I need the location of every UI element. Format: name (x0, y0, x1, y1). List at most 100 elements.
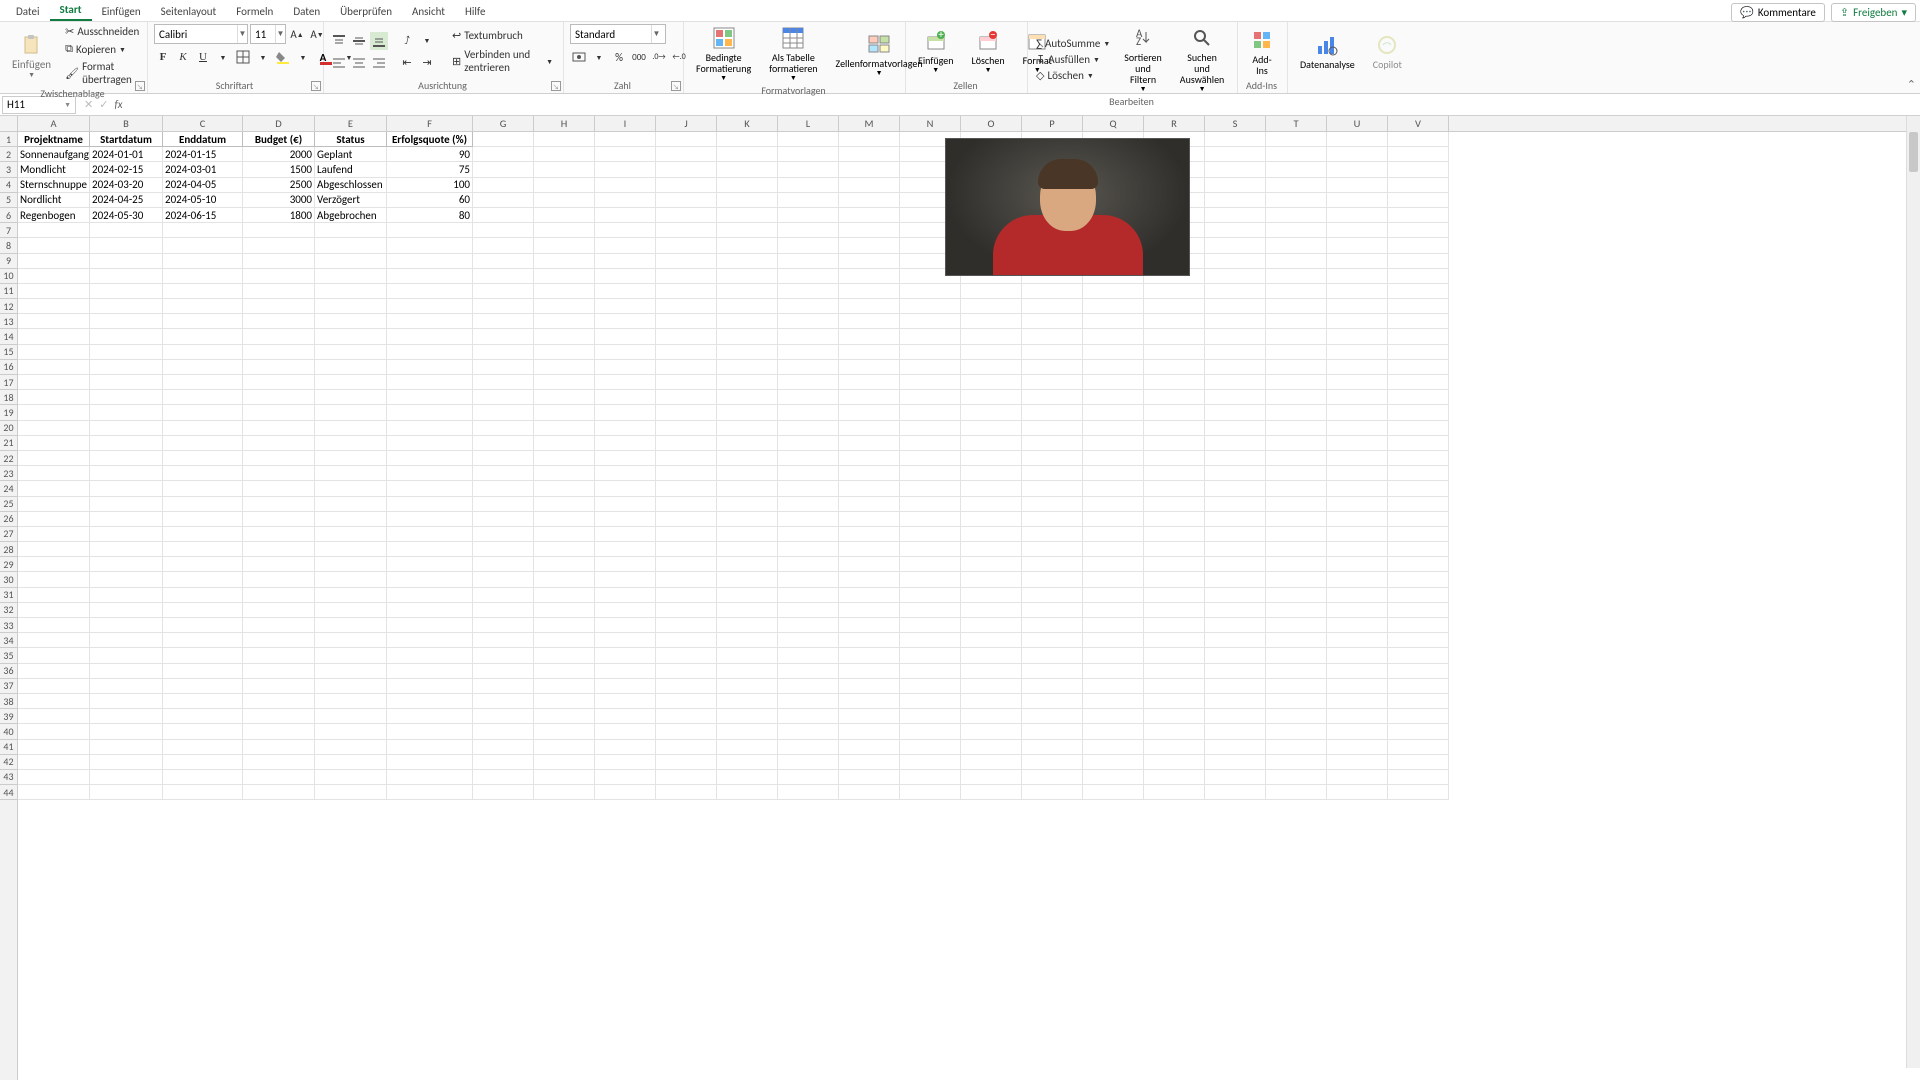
cell-F17[interactable] (387, 375, 473, 390)
cell-H30[interactable] (534, 572, 595, 587)
cell-K4[interactable] (717, 178, 778, 193)
cell-R39[interactable] (1144, 709, 1205, 724)
cell-V7[interactable] (1388, 223, 1449, 238)
row-header-15[interactable]: 15 (0, 345, 17, 360)
cell-D1[interactable]: Budget (€) (243, 132, 315, 147)
cell-E19[interactable] (315, 405, 387, 420)
cell-H23[interactable] (534, 466, 595, 481)
row-header-3[interactable]: 3 (0, 162, 17, 177)
cell-R36[interactable] (1144, 664, 1205, 679)
tab-formeln[interactable]: Formeln (226, 2, 283, 21)
row-header-44[interactable]: 44 (0, 785, 17, 800)
cell-U17[interactable] (1327, 375, 1388, 390)
cell-V16[interactable] (1388, 360, 1449, 375)
cell-A28[interactable] (18, 542, 90, 557)
cell-V27[interactable] (1388, 527, 1449, 542)
cell-A39[interactable] (18, 709, 90, 724)
cell-F42[interactable] (387, 755, 473, 770)
row-header-33[interactable]: 33 (0, 618, 17, 633)
cell-Q12[interactable] (1083, 299, 1144, 314)
cell-H11[interactable] (534, 284, 595, 299)
cell-I8[interactable] (595, 238, 656, 253)
increase-decimal-button[interactable]: .0→ (650, 48, 668, 66)
cell-C10[interactable] (163, 269, 243, 284)
cell-S7[interactable] (1205, 223, 1266, 238)
cell-U15[interactable] (1327, 345, 1388, 360)
cell-N32[interactable] (900, 603, 961, 618)
cell-F12[interactable] (387, 299, 473, 314)
cell-N11[interactable] (900, 284, 961, 299)
cell-E24[interactable] (315, 481, 387, 496)
cell-N39[interactable] (900, 709, 961, 724)
cell-T18[interactable] (1266, 390, 1327, 405)
cell-F36[interactable] (387, 664, 473, 679)
cell-M38[interactable] (839, 694, 900, 709)
tab-datei[interactable]: Datei (6, 2, 50, 21)
cell-J36[interactable] (656, 664, 717, 679)
row-header-40[interactable]: 40 (0, 724, 17, 739)
cell-D19[interactable] (243, 405, 315, 420)
cell-J39[interactable] (656, 709, 717, 724)
cell-K31[interactable] (717, 588, 778, 603)
cell-A20[interactable] (18, 421, 90, 436)
cell-D3[interactable]: 1500 (243, 162, 315, 177)
cell-D27[interactable] (243, 527, 315, 542)
cell-T36[interactable] (1266, 664, 1327, 679)
cell-G44[interactable] (473, 785, 534, 800)
cell-A14[interactable] (18, 329, 90, 344)
cell-H8[interactable] (534, 238, 595, 253)
tab-hilfe[interactable]: Hilfe (455, 2, 495, 21)
cell-S34[interactable] (1205, 633, 1266, 648)
cell-T44[interactable] (1266, 785, 1327, 800)
cell-I21[interactable] (595, 436, 656, 451)
cell-V14[interactable] (1388, 329, 1449, 344)
cell-L23[interactable] (778, 466, 839, 481)
row-header-26[interactable]: 26 (0, 512, 17, 527)
cell-L4[interactable] (778, 178, 839, 193)
cell-M14[interactable] (839, 329, 900, 344)
cell-A6[interactable]: Regenbogen (18, 208, 90, 223)
cell-L16[interactable] (778, 360, 839, 375)
cell-E22[interactable] (315, 451, 387, 466)
cell-O14[interactable] (961, 329, 1022, 344)
cell-C15[interactable] (163, 345, 243, 360)
cell-H20[interactable] (534, 421, 595, 436)
cell-E32[interactable] (315, 603, 387, 618)
cell-S5[interactable] (1205, 193, 1266, 208)
cell-J34[interactable] (656, 633, 717, 648)
cell-N28[interactable] (900, 542, 961, 557)
wrap-text-button[interactable]: ↩Textumbruch (450, 28, 555, 43)
cell-C42[interactable] (163, 755, 243, 770)
cell-I34[interactable] (595, 633, 656, 648)
cell-M34[interactable] (839, 633, 900, 648)
cell-T21[interactable] (1266, 436, 1327, 451)
cell-G17[interactable] (473, 375, 534, 390)
cell-L5[interactable] (778, 193, 839, 208)
cell-K34[interactable] (717, 633, 778, 648)
cell-G26[interactable] (473, 512, 534, 527)
cell-G5[interactable] (473, 193, 534, 208)
cell-V13[interactable] (1388, 314, 1449, 329)
cell-M33[interactable] (839, 618, 900, 633)
cell-N35[interactable] (900, 648, 961, 663)
cell-O42[interactable] (961, 755, 1022, 770)
cell-I19[interactable] (595, 405, 656, 420)
cell-P32[interactable] (1022, 603, 1083, 618)
row-header-6[interactable]: 6 (0, 208, 17, 223)
cell-H43[interactable] (534, 770, 595, 785)
cell-U24[interactable] (1327, 481, 1388, 496)
cell-V41[interactable] (1388, 740, 1449, 755)
cell-R37[interactable] (1144, 679, 1205, 694)
cell-B20[interactable] (90, 421, 163, 436)
cell-R30[interactable] (1144, 572, 1205, 587)
cell-I41[interactable] (595, 740, 656, 755)
cell-O43[interactable] (961, 770, 1022, 785)
cell-N14[interactable] (900, 329, 961, 344)
cell-G1[interactable] (473, 132, 534, 147)
cell-P40[interactable] (1022, 724, 1083, 739)
cell-U5[interactable] (1327, 193, 1388, 208)
cell-G38[interactable] (473, 694, 534, 709)
column-header-R[interactable]: R (1144, 116, 1205, 131)
cell-N31[interactable] (900, 588, 961, 603)
cell-D10[interactable] (243, 269, 315, 284)
